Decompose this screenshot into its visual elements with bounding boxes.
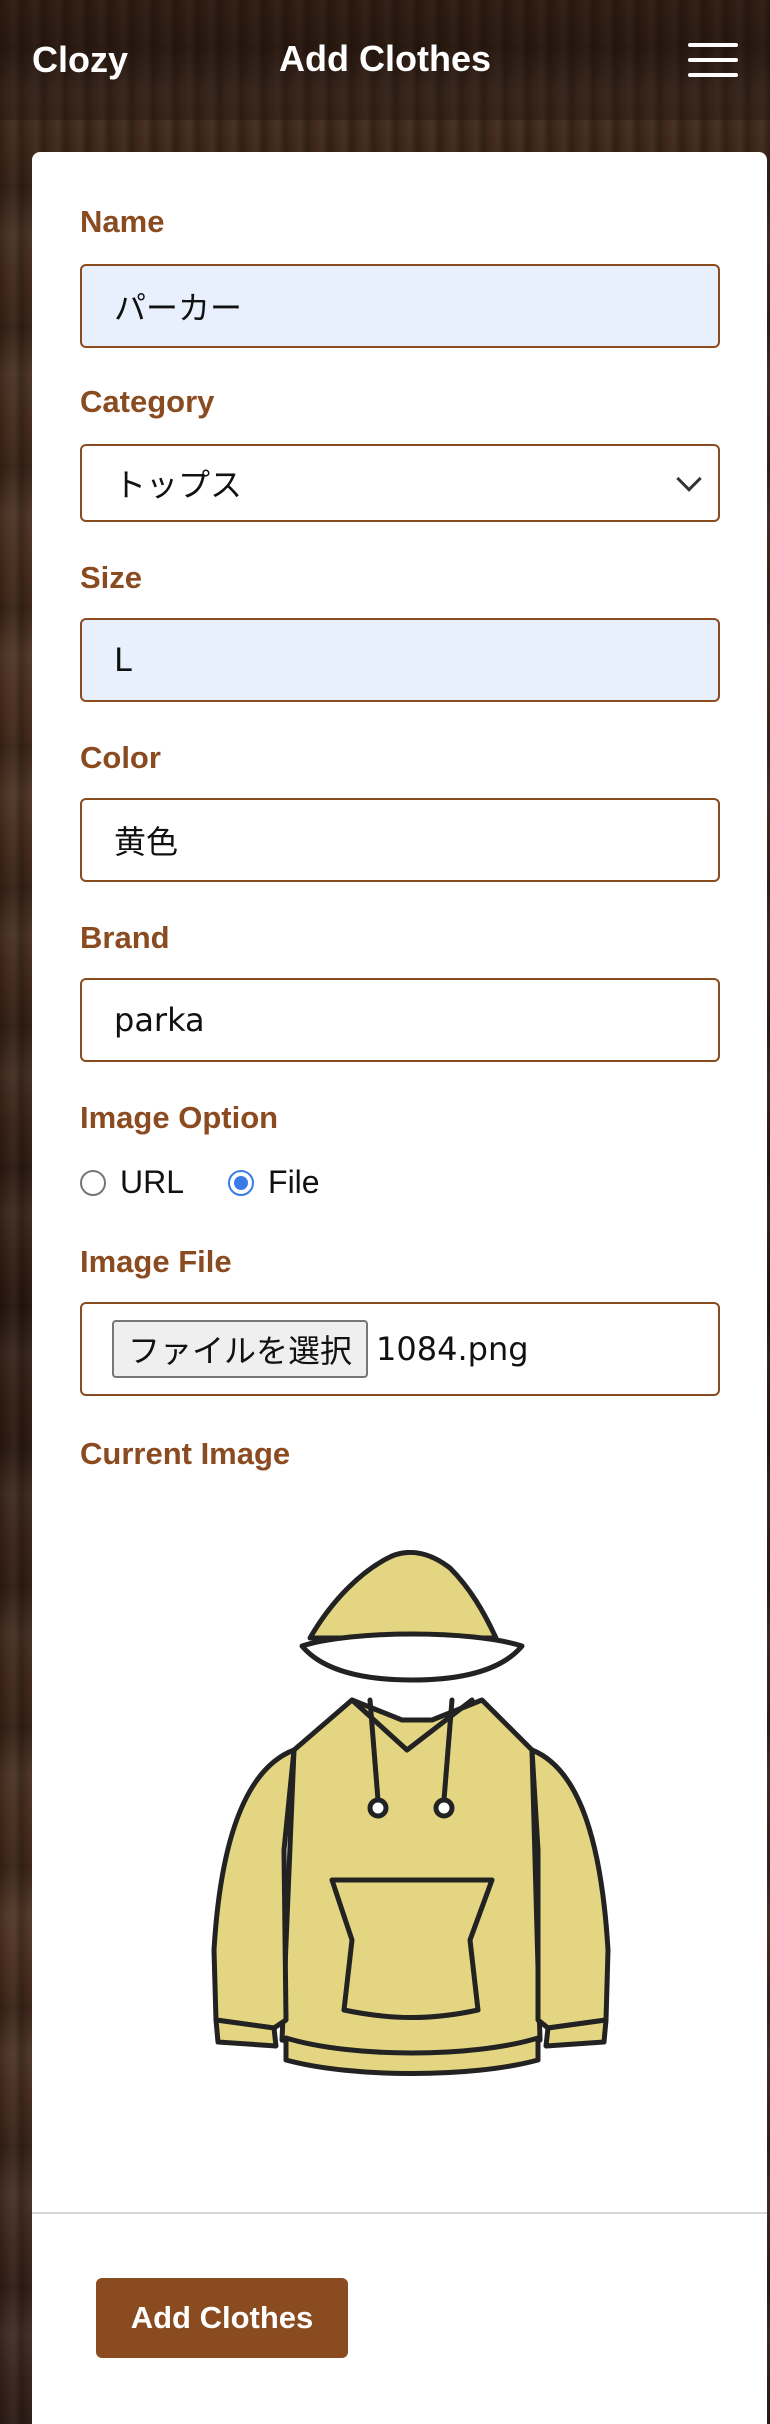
- color-input[interactable]: 黄色: [80, 798, 720, 882]
- file-radio[interactable]: [228, 1169, 255, 1196]
- category-select-value: トップス: [114, 466, 243, 504]
- name-label: Name: [80, 204, 165, 239]
- color-input-value: 黄色: [114, 823, 179, 861]
- hoodie-image: [211, 1550, 611, 2076]
- size-input-value: L: [114, 641, 132, 679]
- category-select[interactable]: トップス: [80, 444, 720, 522]
- hamburger-menu-icon[interactable]: [688, 43, 738, 77]
- file-radio-label[interactable]: File: [268, 1164, 320, 1201]
- url-radio-label[interactable]: URL: [120, 1164, 184, 1201]
- image-option-label: Image Option: [80, 1100, 279, 1135]
- size-input[interactable]: L: [80, 618, 720, 702]
- color-label: Color: [80, 740, 161, 775]
- image-option-radio-group: URL File: [80, 1164, 364, 1201]
- selected-file-name: 1084.png: [376, 1330, 529, 1368]
- add-clothes-form: Name パーカー Category トップス Size L Color 黄色 …: [32, 152, 767, 2424]
- brand-label: Brand: [80, 920, 170, 955]
- image-file-label: Image File: [80, 1244, 232, 1279]
- top-navbar: Clozy: [0, 0, 770, 120]
- chevron-down-icon: [676, 466, 702, 492]
- choose-file-button[interactable]: ファイルを選択: [112, 1320, 369, 1378]
- brand-input[interactable]: parka: [80, 978, 720, 1062]
- footer-divider: [32, 2212, 767, 2214]
- category-label: Category: [80, 384, 215, 419]
- image-file-input[interactable]: ファイルを選択 1084.png: [80, 1302, 720, 1396]
- brand-input-value: parka: [114, 1001, 205, 1039]
- url-radio[interactable]: [80, 1169, 106, 1196]
- name-input[interactable]: パーカー: [80, 264, 720, 348]
- current-image-label: Current Image: [80, 1436, 291, 1471]
- size-label: Size: [80, 560, 143, 595]
- add-clothes-button[interactable]: Add Clothes: [96, 2278, 348, 2358]
- brand-logo[interactable]: Clozy: [32, 39, 128, 81]
- name-input-value: パーカー: [114, 289, 243, 327]
